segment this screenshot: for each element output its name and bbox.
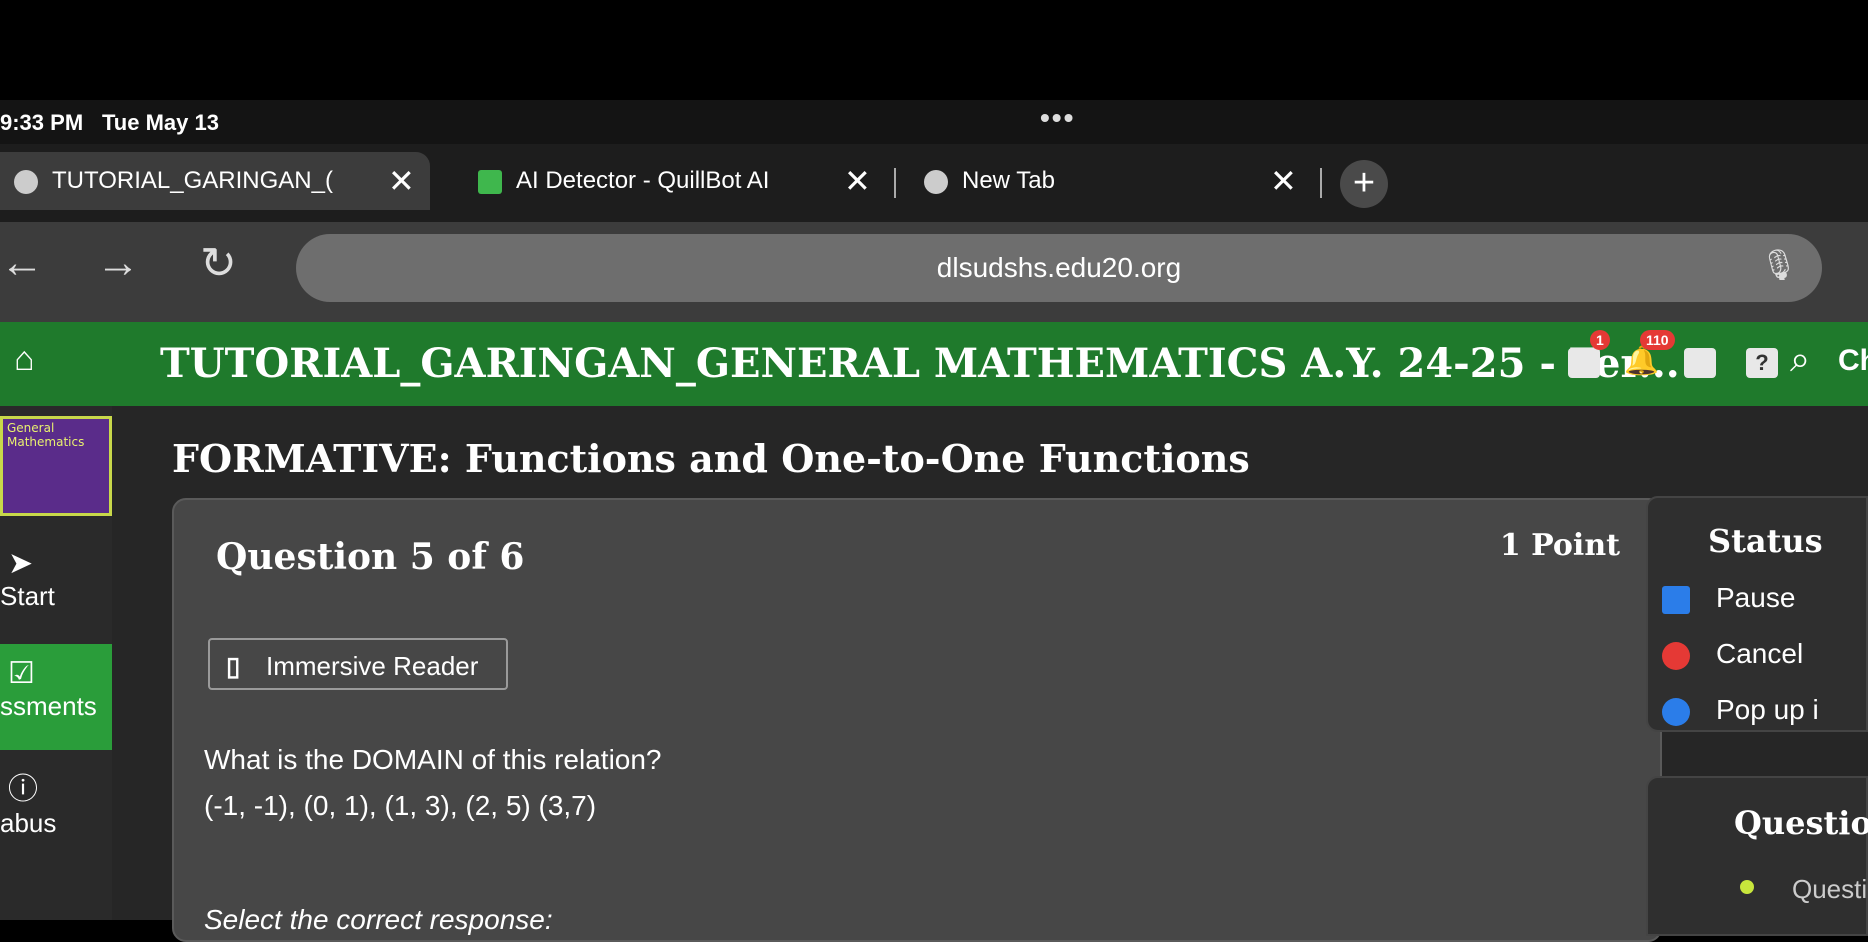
header-search-label[interactable]: Ch	[1838, 344, 1868, 378]
sidebar-item-start[interactable]: ➤ Start	[0, 546, 112, 636]
sidebar-item-label: abus	[0, 808, 57, 838]
tab-new-tab[interactable]: New Tab ✕	[910, 152, 1330, 210]
course-logo-text: General Mathematics	[7, 421, 85, 449]
course-logo[interactable]: General Mathematics	[0, 416, 112, 516]
home-icon[interactable]: ⌂	[14, 340, 35, 379]
popup-label: Pop up i	[1716, 694, 1819, 725]
navigation-arrow-icon: ➤	[8, 547, 34, 580]
mail-icon[interactable]	[1568, 348, 1600, 378]
reload-icon[interactable]: ↻	[200, 238, 237, 289]
tab-ai-detector[interactable]: AI Detector - QuillBot AI ✕	[464, 152, 884, 210]
pause-label: Pause	[1716, 582, 1796, 613]
site-icon	[924, 169, 948, 194]
tab-label: New Tab	[962, 167, 1055, 194]
question-list-item[interactable]: Questi	[1792, 874, 1867, 905]
main-content: FORMATIVE: Functions and One-to-One Func…	[112, 406, 1868, 942]
browser-tab-bar: TUTORIAL_GARINGAN_( ✕ AI Detector - Quil…	[0, 144, 1868, 222]
sidebar-item-syllabus[interactable]: ⓘ abus	[0, 764, 112, 854]
mail-badge: 1	[1590, 330, 1610, 350]
close-tab-icon[interactable]: ✕	[844, 152, 871, 210]
multitask-dots-icon[interactable]: •••	[1040, 102, 1075, 134]
close-tab-icon[interactable]: ✕	[1270, 152, 1297, 210]
course-header: ⌂ TUTORIAL_GARINGAN_GENERAL MATHEMATICS …	[0, 322, 1868, 406]
popup-button[interactable]: Pop up i	[1662, 694, 1819, 726]
immersive-reader-button[interactable]: ▯ Immersive Reader	[208, 638, 508, 690]
cancel-button[interactable]: Cancel	[1662, 638, 1804, 670]
question-text: What is the DOMAIN of this relation?	[204, 744, 662, 775]
course-title: TUTORIAL_GARINGAN_GENERAL MATHEMATICS A.…	[160, 340, 1680, 387]
answered-dot-icon	[1740, 880, 1754, 894]
clock-date: Tue May 13	[102, 110, 219, 135]
url-text: dlsudshs.edu20.org	[936, 252, 1182, 283]
forward-arrow-icon[interactable]: →	[96, 238, 140, 288]
tab-label: AI Detector - QuillBot AI	[516, 167, 770, 194]
select-prompt: Select the correct response:	[204, 904, 553, 935]
sidebar-item-assessments[interactable]: ☑ ssments	[0, 644, 112, 750]
pause-button[interactable]: Pause	[1662, 582, 1796, 614]
tab-label: TUTORIAL_GARINGAN_(	[52, 167, 333, 194]
relation-text: (-1, -1), (0, 1), (1, 3), (2, 5) (3,7)	[204, 790, 597, 821]
questions-heading: Questions	[1734, 804, 1868, 842]
new-tab-button[interactable]: +	[1340, 160, 1388, 208]
info-icon	[1662, 698, 1690, 726]
question-card: Question 5 of 6 1 Point ▯ Immersive Read…	[172, 498, 1662, 942]
checkbox-icon: ☑	[8, 657, 35, 690]
sidebar-item-label: Start	[0, 581, 55, 611]
info-icon: ⓘ	[8, 773, 38, 806]
status-panel: Status Pause Cancel Pop up i	[1646, 496, 1868, 732]
tab-divider	[1320, 168, 1322, 198]
questions-panel: Questions Questi	[1646, 776, 1868, 936]
os-status-bar: 9:33 PM Tue May 13 •••	[0, 100, 1868, 144]
quiz-title: FORMATIVE: Functions and One-to-One Func…	[172, 436, 1250, 481]
address-bar[interactable]: dlsudshs.edu20.org 🎙	[296, 234, 1822, 302]
cancel-icon	[1662, 642, 1690, 670]
site-icon	[14, 169, 38, 194]
question-points: 1 Point	[1499, 528, 1620, 563]
sidebar-item-label: ssments	[0, 691, 97, 721]
tab-divider	[894, 168, 896, 198]
search-icon[interactable]: ⌕	[1790, 338, 1810, 381]
tab-tutorial[interactable]: TUTORIAL_GARINGAN_( ✕	[0, 152, 430, 210]
back-arrow-icon[interactable]: ←	[0, 238, 44, 288]
clock-time: 9:33 PM	[0, 110, 84, 135]
calendar-icon[interactable]	[1684, 348, 1716, 378]
course-sidebar: General Mathematics ➤ Start ☑ ssments ⓘ …	[0, 406, 112, 920]
cancel-label: Cancel	[1716, 638, 1804, 669]
pause-icon	[1662, 586, 1690, 614]
question-number: Question 5 of 6	[216, 536, 525, 578]
microphone-icon[interactable]: 🎙	[1760, 248, 1798, 283]
help-icon[interactable]: ?	[1746, 348, 1778, 378]
status-heading: Status	[1708, 522, 1823, 560]
browser-toolbar: ← → ↻ dlsudshs.edu20.org 🎙	[0, 222, 1868, 322]
notification-badge: 110	[1640, 330, 1675, 350]
immersive-reader-icon: ▯	[226, 651, 241, 681]
quillbot-icon	[478, 169, 502, 194]
close-tab-icon[interactable]: ✕	[388, 152, 415, 210]
immersive-reader-label: Immersive Reader	[266, 651, 479, 681]
